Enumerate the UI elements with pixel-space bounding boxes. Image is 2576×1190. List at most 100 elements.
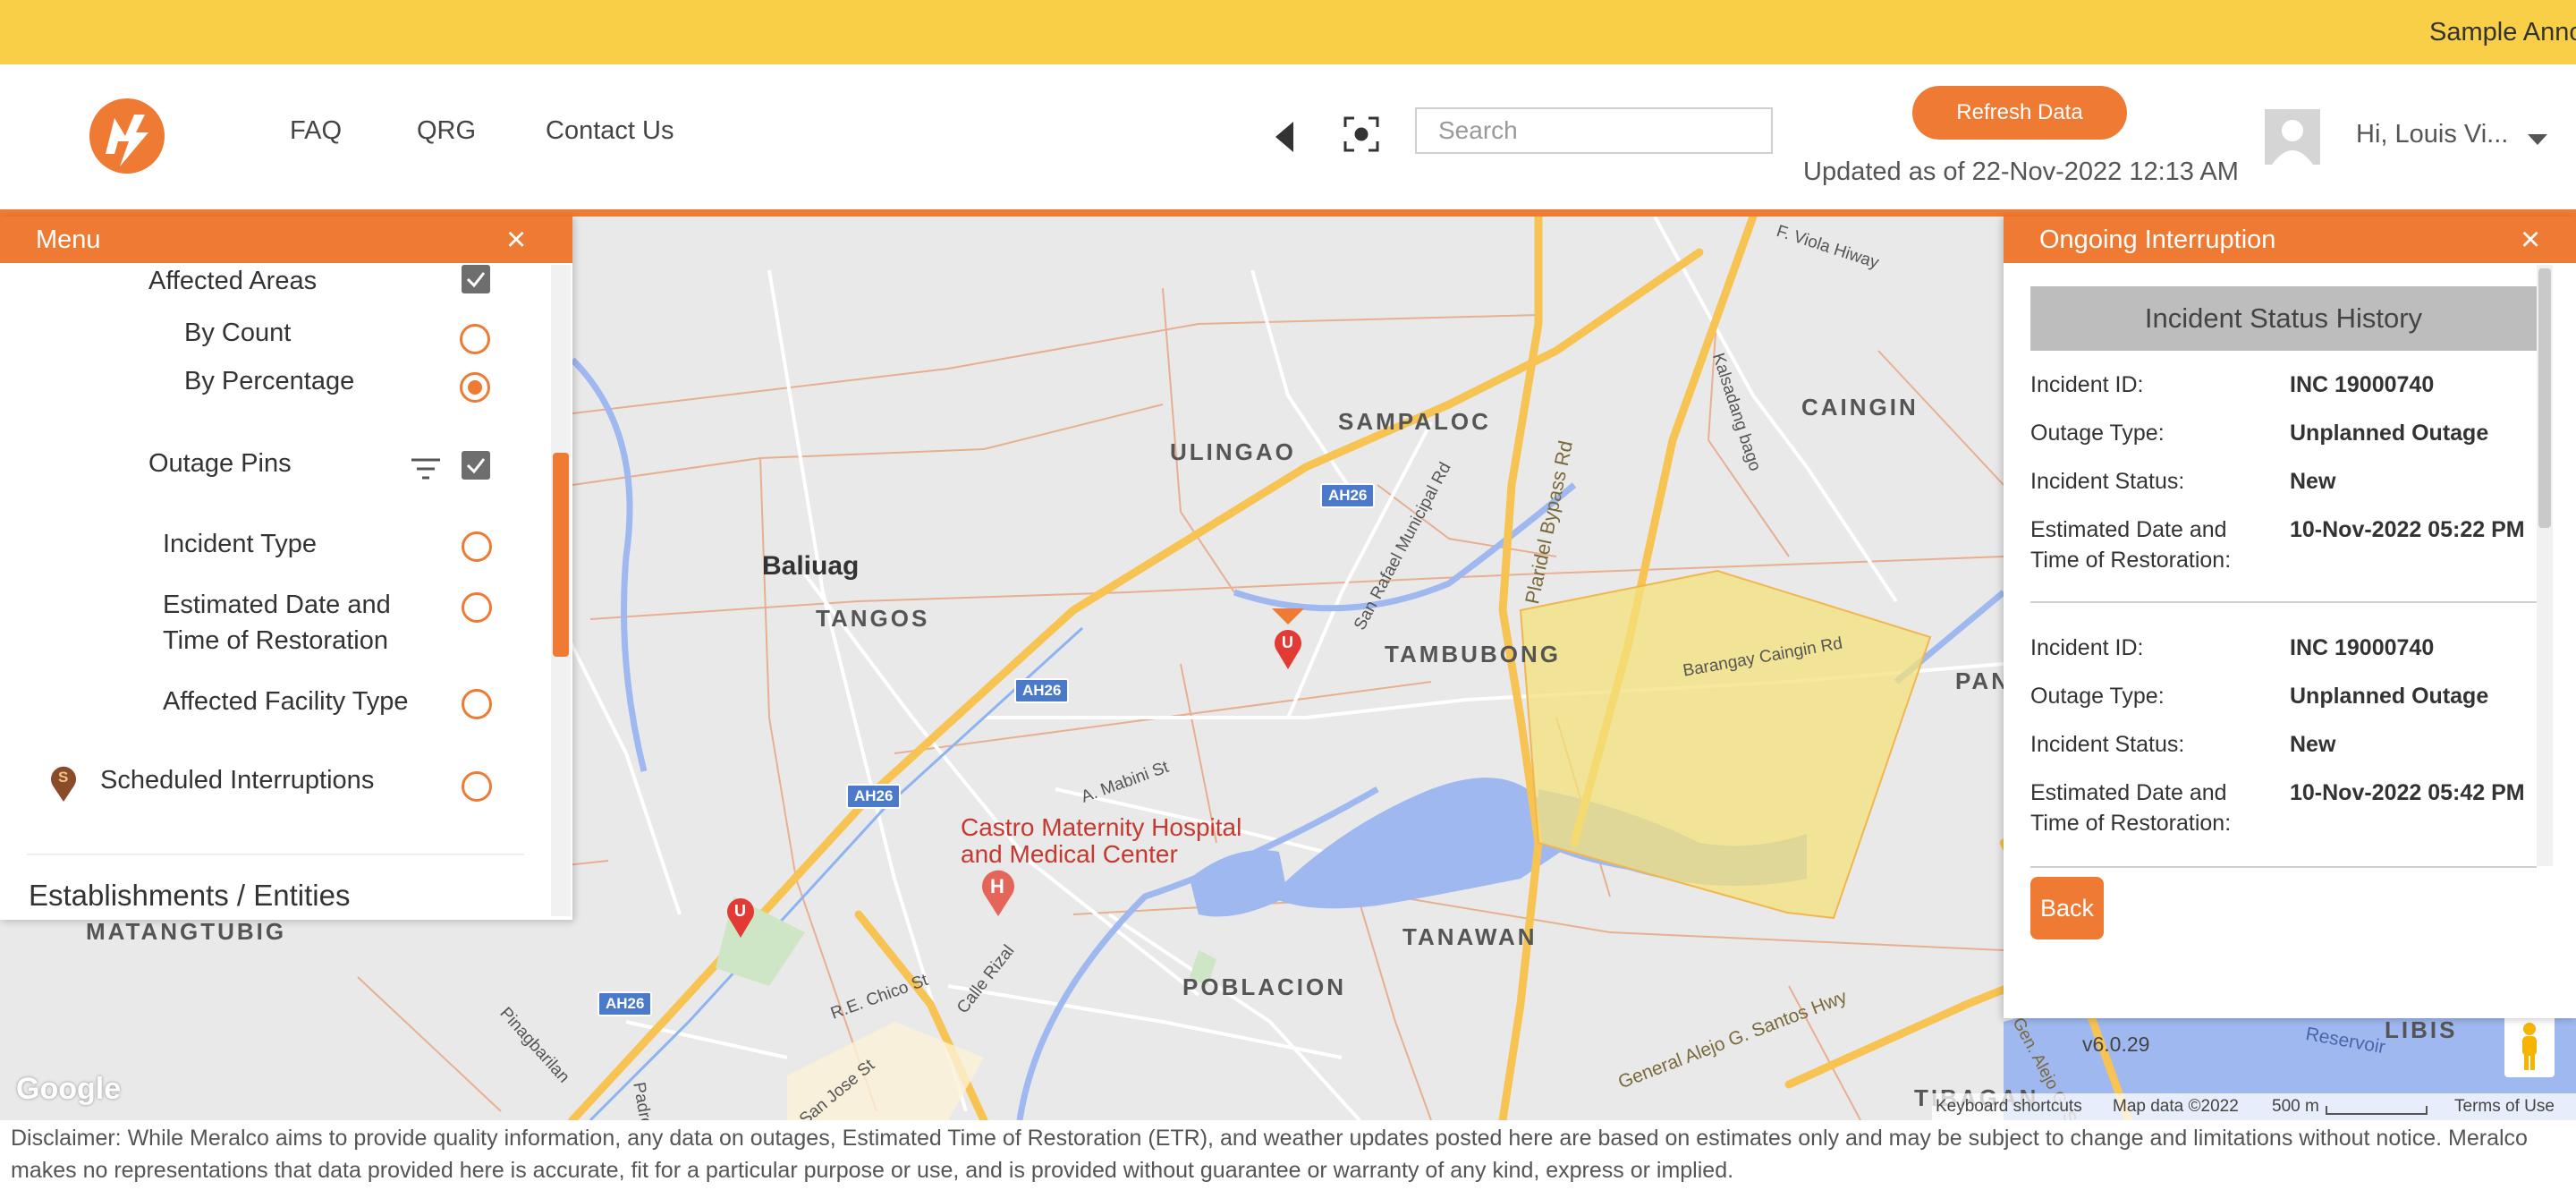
- incident-status-value: New: [2290, 732, 2336, 757]
- hospital-pin-icon[interactable]: H: [980, 870, 1016, 916]
- incident-type-label: Incident Type: [163, 530, 317, 558]
- etr-label-line2: Time of Restoration: [163, 626, 388, 655]
- map-label-caingin: CAINGIN: [1801, 394, 1919, 421]
- user-greeting[interactable]: Hi, Louis Vi...: [2356, 120, 2508, 149]
- by-count-label: By Count: [184, 319, 292, 347]
- search-input[interactable]: [1415, 107, 1773, 154]
- back-arrow-icon[interactable]: [1275, 122, 1293, 152]
- outage-type-label: Outage Type:: [2030, 684, 2165, 709]
- map-label-baliuag: Baliuag: [762, 551, 860, 581]
- record-divider: [2030, 601, 2537, 603]
- map-label-sampaloc: SAMPALOC: [1338, 408, 1491, 435]
- ongoing-interruption-panel: Ongoing Interruption × Incident Status H…: [2004, 217, 2576, 1018]
- refresh-data-button[interactable]: Refresh Data: [1912, 86, 2127, 140]
- interruption-header: Ongoing Interruption ×: [2004, 217, 2576, 263]
- terms-of-use-link[interactable]: Terms of Use: [2454, 1097, 2555, 1117]
- map-version: v6.0.29: [2082, 1033, 2150, 1056]
- nav-qrg[interactable]: QRG: [417, 116, 476, 146]
- menu-title: Menu: [36, 225, 101, 254]
- road-badge: AH26: [1320, 483, 1376, 508]
- map-label-tangos: TANGOS: [816, 605, 930, 632]
- back-button[interactable]: Back: [2030, 877, 2104, 939]
- etr-label-line1: Estimated Date and: [2030, 517, 2227, 542]
- map-attribution-bar: Keyboard shortcuts Map data ©2022 500 m …: [1932, 1093, 2576, 1120]
- etr-label-line1: Estimated Date and: [2030, 780, 2227, 805]
- scale-bar: [2326, 1106, 2428, 1115]
- incident-id-label: Incident ID:: [2030, 635, 2144, 660]
- incident-id-value: INC 19000740: [2290, 372, 2435, 397]
- incident-status-label: Incident Status:: [2030, 469, 2185, 494]
- close-icon[interactable]: ×: [506, 217, 526, 263]
- outage-type-value: Unplanned Outage: [2290, 684, 2489, 709]
- incident-status-label: Incident Status:: [2030, 732, 2185, 757]
- map-data-text: Map data ©2022: [2113, 1097, 2239, 1116]
- affected-facility-radio[interactable]: [462, 689, 492, 719]
- map-label-tambubong: TAMBUBONG: [1385, 641, 1561, 667]
- incident-status-value: New: [2290, 469, 2336, 494]
- avatar[interactable]: [2265, 109, 2320, 165]
- header: FAQ QRG Contact Us Refresh Data Updated …: [0, 64, 2576, 209]
- map-label-ulingao: ULINGAO: [1170, 438, 1296, 465]
- outage-type-label: Outage Type:: [2030, 421, 2165, 446]
- establishments-heading[interactable]: Establishments / Entities: [29, 879, 351, 913]
- road-badge: AH26: [846, 784, 902, 809]
- poi-hospital-label[interactable]: Castro Maternity Hospital and Medical Ce…: [961, 814, 1265, 868]
- incident-id-value: INC 19000740: [2290, 635, 2435, 660]
- menu-divider: [27, 854, 524, 855]
- pegman-icon[interactable]: [2504, 1015, 2555, 1077]
- announcement-bar: Sample Anno: [0, 0, 2576, 64]
- scale-label[interactable]: 500 m: [2272, 1097, 2319, 1117]
- road-badge: AH26: [1014, 678, 1070, 703]
- affected-facility-label: Affected Facility Type: [163, 687, 409, 716]
- meralco-logo[interactable]: [88, 97, 166, 175]
- incident-type-radio[interactable]: [462, 531, 492, 562]
- affected-areas-label: Affected Areas: [148, 267, 318, 295]
- interruption-scrollbar-thumb[interactable]: [2538, 268, 2551, 528]
- menu-panel: Menu × Affected Areas By Count By Percen…: [0, 217, 572, 920]
- outage-pin-icon[interactable]: U: [726, 897, 755, 938]
- menu-header: Menu ×: [0, 217, 572, 263]
- map-label-libis: LIBIS: [2385, 1016, 2458, 1043]
- announcement-text: Sample Anno: [2429, 18, 2576, 47]
- keyboard-shortcuts-link[interactable]: Keyboard shortcuts: [1936, 1097, 2082, 1117]
- outage-pins-checkbox[interactable]: [462, 451, 490, 480]
- by-count-radio[interactable]: [460, 324, 490, 354]
- scheduled-pin-icon: S: [50, 764, 77, 802]
- map-label-poblacion: POBLACION: [1182, 973, 1346, 1000]
- by-percentage-radio[interactable]: [460, 372, 490, 403]
- incident-id-label: Incident ID:: [2030, 372, 2144, 397]
- chevron-down-icon[interactable]: [2528, 134, 2547, 145]
- selected-pin-indicator-icon: [1272, 608, 1304, 626]
- etr-label-line2: Time of Restoration:: [2030, 811, 2232, 836]
- by-percentage-label: By Percentage: [184, 367, 355, 395]
- etr-label-line1: Estimated Date and: [163, 591, 391, 619]
- etr-label-line2: Time of Restoration:: [2030, 548, 2232, 573]
- filter-icon[interactable]: [410, 456, 442, 481]
- google-logo: Google: [16, 1072, 122, 1106]
- incident-status-history-heading: Incident Status History: [2030, 286, 2537, 351]
- outage-type-value: Unplanned Outage: [2290, 421, 2489, 446]
- etr-value: 10-Nov-2022 05:22 PM: [2290, 517, 2525, 542]
- outage-pin-icon[interactable]: U: [1274, 628, 1302, 669]
- road-badge: AH26: [597, 991, 653, 1016]
- affected-areas-checkbox[interactable]: [462, 265, 490, 293]
- scheduled-interruptions-label: Scheduled Interruptions: [100, 766, 375, 795]
- record-divider: [2030, 866, 2537, 868]
- etr-radio[interactable]: [462, 592, 492, 623]
- header-divider: [0, 209, 2576, 217]
- menu-scrollbar-thumb[interactable]: [553, 453, 569, 657]
- nav-faq[interactable]: FAQ: [290, 116, 342, 146]
- scheduled-interruptions-radio[interactable]: [462, 771, 492, 802]
- etr-value: 10-Nov-2022 05:42 PM: [2290, 780, 2525, 805]
- interruption-title: Ongoing Interruption: [2039, 225, 2276, 254]
- disclaimer-line-2: makes no representations that data provi…: [11, 1158, 1734, 1183]
- disclaimer-line-1: Disclaimer: While Meralco aims to provid…: [11, 1126, 2528, 1151]
- map-label-matangtubig: MATANGTUBIG: [86, 918, 287, 945]
- disclaimer: Disclaimer: While Meralco aims to provid…: [0, 1120, 2576, 1190]
- map-label-tanawan: TANAWAN: [1402, 923, 1538, 950]
- close-icon[interactable]: ×: [2521, 217, 2540, 263]
- updated-timestamp: Updated as of 22-Nov-2022 12:13 AM: [1803, 157, 2239, 186]
- focus-target-icon[interactable]: [1343, 116, 1379, 152]
- outage-pins-label: Outage Pins: [148, 449, 292, 478]
- nav-contact-us[interactable]: Contact Us: [546, 116, 674, 146]
